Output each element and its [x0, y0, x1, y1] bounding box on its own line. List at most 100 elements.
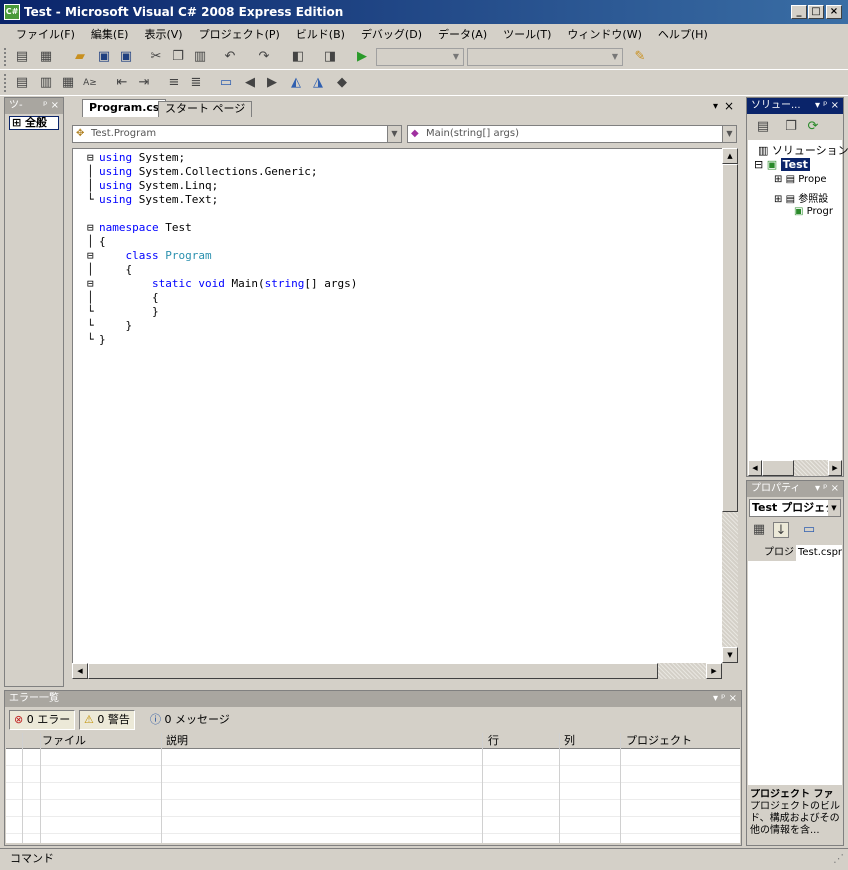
- resize-grip-icon[interactable]: ⋰: [833, 849, 844, 869]
- menu-debug[interactable]: デバッグ(D): [353, 26, 430, 42]
- redo-icon[interactable]: ↷: [256, 49, 272, 65]
- save-all-icon[interactable]: ▣: [118, 49, 134, 65]
- start-debug-icon[interactable]: ▶: [354, 49, 370, 65]
- paste-icon[interactable]: ▥: [192, 49, 208, 65]
- close-button[interactable]: ×: [826, 5, 842, 19]
- tree-solution-node[interactable]: ▥ ソリューション: [758, 142, 848, 158]
- scroll-thumb[interactable]: [722, 164, 738, 512]
- indent-icon[interactable]: ⇥: [136, 75, 152, 91]
- cut-icon[interactable]: ✂: [148, 49, 164, 65]
- close-tab-icon[interactable]: ×: [724, 99, 734, 113]
- member-combo[interactable]: ◆ Main(string[] args) ▼: [407, 125, 737, 143]
- scroll-down-icon[interactable]: ▼: [722, 647, 738, 663]
- menu-build[interactable]: ビルド(B): [288, 26, 353, 42]
- alphabetical-icon[interactable]: ↓: [773, 522, 789, 538]
- chevron-down-icon[interactable]: ▼: [722, 126, 736, 142]
- prev-bookmark-icon[interactable]: ◀: [242, 75, 258, 91]
- scroll-up-icon[interactable]: ▲: [722, 148, 738, 164]
- scroll-left-icon[interactable]: ◀: [748, 460, 762, 476]
- add-item-icon[interactable]: ▦: [38, 49, 54, 65]
- tree-project-node[interactable]: ⊟ ▣ Test: [754, 158, 810, 171]
- column-line[interactable]: 行: [488, 733, 499, 748]
- collapse-icon[interactable]: ⊟: [87, 277, 94, 291]
- tree-item-references[interactable]: ⊞ ▤ 参照設: [774, 190, 828, 205]
- pin-icon[interactable]: ▾ ᵖ ×: [815, 481, 839, 497]
- prev-bookmark-folder-icon[interactable]: ◭: [288, 75, 304, 91]
- property-pages-icon[interactable]: ▭: [801, 522, 817, 538]
- undo-icon[interactable]: ↶: [222, 49, 238, 65]
- expand-icon[interactable]: ⊞: [12, 116, 25, 129]
- menu-tools[interactable]: ツール(T): [495, 26, 559, 42]
- collapse-icon[interactable]: ⊟: [754, 158, 767, 171]
- collapse-icon[interactable]: ⊟: [87, 249, 94, 263]
- menu-view[interactable]: 表示(V): [136, 26, 190, 42]
- navigate-forward-icon[interactable]: ◨: [322, 49, 338, 65]
- menu-help[interactable]: ヘルプ(H): [650, 26, 716, 42]
- solution-explorer-icon[interactable]: ✎: [632, 49, 648, 65]
- show-all-files-icon[interactable]: ❐: [783, 119, 799, 135]
- property-row[interactable]: プロジ Test.cspr: [748, 545, 842, 561]
- refresh-icon[interactable]: ⟳: [805, 119, 821, 135]
- scroll-thumb-h[interactable]: [88, 663, 658, 679]
- scroll-thumb-h[interactable]: [762, 460, 794, 476]
- collapse-icon[interactable]: ⊟: [87, 151, 94, 165]
- pin-icon[interactable]: ᵖ ×: [43, 98, 59, 114]
- toolbar-grip[interactable]: [4, 48, 7, 66]
- navigate-back-icon[interactable]: ◧: [290, 49, 306, 65]
- copy-icon[interactable]: ❐: [170, 49, 186, 65]
- open-folder-icon[interactable]: ▰: [72, 49, 88, 65]
- find-combo[interactable]: ▼: [467, 48, 623, 66]
- class-combo[interactable]: ✥ Test.Program ▼: [72, 125, 402, 143]
- tab-list-dropdown-icon[interactable]: ▾: [713, 101, 718, 112]
- code-editor[interactable]: ⊟ │ │ └ ⊟ │ ⊟ │ ⊟ │ └ └ └ using System; using…: [71, 148, 724, 663]
- next-bookmark-icon[interactable]: ▶: [264, 75, 280, 91]
- tree-item-properties[interactable]: ⊞ ▤ Prope: [774, 174, 827, 185]
- column-project[interactable]: プロジェクト: [626, 733, 692, 748]
- object-list-icon[interactable]: ▤: [14, 75, 30, 91]
- solution-config-combo[interactable]: ▼: [376, 48, 464, 66]
- column-file[interactable]: ファイル: [42, 733, 86, 748]
- tab-start-page[interactable]: スタート ページ: [158, 101, 253, 117]
- member-list-icon[interactable]: ▥: [38, 75, 54, 91]
- property-value[interactable]: Test.cspr: [796, 545, 842, 561]
- comment-icon[interactable]: ≡: [166, 75, 182, 91]
- save-icon[interactable]: ▣: [96, 49, 112, 65]
- parameter-info-icon[interactable]: ▦: [60, 75, 76, 91]
- new-project-icon[interactable]: ▤: [14, 49, 30, 65]
- column-description[interactable]: 説明: [166, 733, 188, 748]
- tab-program-cs[interactable]: Program.cs: [82, 99, 167, 117]
- menu-file[interactable]: ファイル(F): [8, 26, 83, 42]
- expand-icon[interactable]: ⊞: [774, 174, 786, 185]
- menu-project[interactable]: プロジェクト(P): [191, 26, 288, 42]
- minimize-button[interactable]: _: [791, 5, 807, 19]
- scroll-right-icon[interactable]: ▶: [828, 460, 842, 476]
- chevron-down-icon[interactable]: ▼: [387, 126, 401, 142]
- properties-icon[interactable]: ▤: [755, 119, 771, 135]
- clear-bookmarks-icon[interactable]: ◆: [334, 75, 350, 91]
- outdent-icon[interactable]: ⇤: [114, 75, 130, 91]
- scroll-left-icon[interactable]: ◀: [72, 663, 88, 679]
- collapse-icon[interactable]: ⊟: [87, 221, 94, 235]
- chevron-down-icon[interactable]: ▼: [828, 500, 840, 516]
- messages-filter-button[interactable]: ⓘ 0 メッセージ: [145, 710, 235, 730]
- menu-window[interactable]: ウィンドウ(W): [559, 26, 649, 42]
- pin-icon[interactable]: ▾ ᵖ ×: [713, 691, 737, 707]
- warnings-filter-button[interactable]: ⚠ 0 警告: [79, 710, 135, 730]
- menu-data[interactable]: データ(A): [430, 26, 495, 42]
- uncomment-icon[interactable]: ≣: [188, 75, 204, 91]
- pin-icon[interactable]: ▾ ᵖ ×: [815, 98, 839, 114]
- code-text[interactable]: using System; using System.Collections.G…: [99, 151, 357, 347]
- column-column[interactable]: 列: [564, 733, 575, 748]
- tree-item-program[interactable]: ▣ Progr: [794, 206, 833, 217]
- horizontal-scrollbar[interactable]: ◀ ▶: [72, 663, 722, 679]
- toolbar-grip[interactable]: [4, 74, 7, 92]
- bookmark-icon[interactable]: ▭: [218, 75, 234, 91]
- errors-filter-button[interactable]: ⊗ 0 エラー: [9, 710, 76, 730]
- tree-horizontal-scrollbar[interactable]: ◀ ▶: [748, 460, 842, 476]
- categorized-icon[interactable]: ▦: [751, 522, 767, 538]
- vertical-scrollbar[interactable]: ▲ ▼: [722, 148, 738, 663]
- next-bookmark-folder-icon[interactable]: ◮: [310, 75, 326, 91]
- scroll-right-icon[interactable]: ▶: [706, 663, 722, 679]
- properties-object-combo[interactable]: Test プロジェク ▼: [749, 499, 841, 517]
- maximize-button[interactable]: □: [808, 5, 824, 19]
